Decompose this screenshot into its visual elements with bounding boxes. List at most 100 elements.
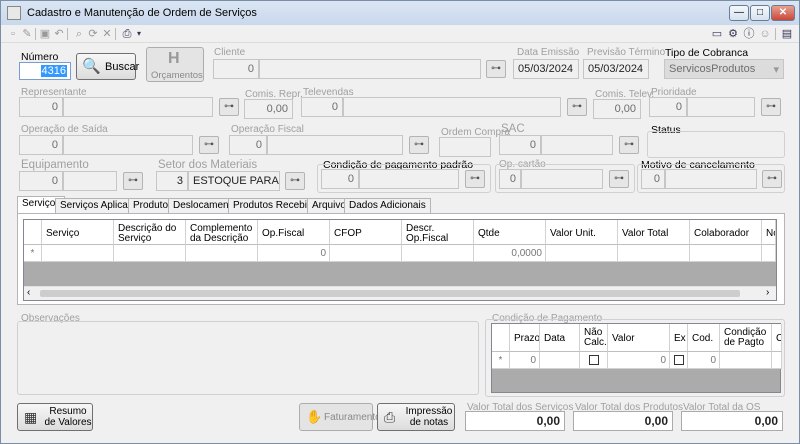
col-servico[interactable]: Serviço [42, 220, 114, 245]
sac-name-field[interactable] [541, 135, 613, 155]
operacao-saida-name-field[interactable] [63, 135, 193, 155]
televendas-name-field[interactable] [343, 97, 561, 117]
equipamento-name-field[interactable] [63, 171, 117, 191]
refresh-icon[interactable]: ⟳ [87, 28, 99, 40]
col-nao-calc[interactable]: Não Calc. [580, 324, 608, 352]
edit-icon[interactable]: ✎ [21, 28, 33, 40]
sac-code-field[interactable]: 0 [499, 135, 541, 155]
search-icon[interactable]: ⌕ [73, 28, 85, 40]
condicao-padrao-lookup-icon[interactable]: ⊶ [465, 170, 485, 188]
equipamento-code-field[interactable]: 0 [19, 171, 63, 191]
col-descricao[interactable]: Descrição do Serviço [114, 220, 186, 245]
window-icon[interactable]: ▭ [711, 28, 723, 40]
previsao-field[interactable]: 05/03/2024 [583, 59, 649, 79]
representante-name-field[interactable] [63, 97, 213, 117]
dropdown-icon[interactable]: ▾ [133, 28, 145, 40]
col-colaborador[interactable]: Colaborador [690, 220, 762, 245]
resumo-valores-button[interactable]: ▦ Resumo de Valores [17, 403, 93, 431]
prioridade-code-field[interactable]: 0 [649, 97, 687, 117]
cell-valor[interactable]: 0 [608, 352, 670, 369]
col-prazo[interactable]: Prazo [510, 324, 540, 352]
ordem-compra-field[interactable] [439, 137, 491, 157]
undo-icon[interactable]: ↶ [53, 28, 65, 40]
scroll-left-icon[interactable]: ‹ [27, 287, 30, 298]
representante-lookup-icon[interactable]: ⊶ [219, 98, 239, 116]
operacao-fiscal-code-field[interactable]: 0 [229, 135, 267, 155]
motivo-name-field[interactable] [665, 169, 757, 189]
col-complemento[interactable]: Complemento da Descrição [186, 220, 258, 245]
setor-code-field[interactable]: 3 [156, 171, 188, 191]
op-cartao-name-field[interactable] [521, 169, 603, 189]
scroll-thumb[interactable] [40, 290, 740, 297]
cell-complemento[interactable] [186, 245, 258, 262]
cell-prazo[interactable]: 0 [510, 352, 540, 369]
col-condicao-pagto[interactable]: Condição de Pagto [720, 324, 772, 352]
cell-valor-total[interactable] [618, 245, 690, 262]
new-icon[interactable]: ▫ [7, 28, 19, 40]
horizontal-scrollbar[interactable]: ‹ › [24, 286, 776, 300]
minimize-button[interactable]: — [729, 5, 749, 21]
equipamento-lookup-icon[interactable]: ⊶ [123, 172, 143, 190]
motivo-code-field[interactable]: 0 [641, 169, 665, 189]
condicao-padrao-name-field[interactable] [359, 169, 459, 189]
numero-input[interactable]: 4316 [19, 62, 71, 80]
operacao-fiscal-name-field[interactable] [267, 135, 403, 155]
cell-no[interactable] [762, 245, 776, 262]
representante-code-field[interactable]: 0 [19, 97, 63, 117]
orcamentos-button[interactable]: H Orçamentos [146, 47, 204, 82]
motivo-lookup-icon[interactable]: ⊶ [762, 170, 782, 188]
prioridade-lookup-icon[interactable]: ⊶ [761, 98, 781, 116]
col-ex[interactable]: Ex [670, 324, 688, 352]
tipo-cobranca-select[interactable]: ServicosProdutos ▾ [664, 59, 784, 79]
info-icon[interactable]: ⓘ [743, 28, 755, 40]
maximize-button[interactable]: □ [750, 5, 770, 21]
cell-cfop[interactable] [330, 245, 402, 262]
col-valor[interactable]: Valor [608, 324, 670, 352]
save-icon[interactable]: ▣ [39, 28, 51, 40]
sac-lookup-icon[interactable]: ⊶ [619, 136, 639, 154]
buscar-button[interactable]: 🔍 Buscar [76, 53, 139, 80]
setor-name-field[interactable]: ESTOQUE PARA O... [188, 171, 280, 191]
col-valor-unit[interactable]: Valor Unit. [546, 220, 618, 245]
cell-ex[interactable] [670, 352, 688, 369]
col-descr-op-fiscal[interactable]: Descr. Op.Fiscal [402, 220, 474, 245]
observacoes-textarea[interactable] [17, 321, 479, 395]
prioridade-name-field[interactable] [687, 97, 755, 117]
user-icon[interactable]: ☺ [759, 28, 771, 40]
scroll-right-icon[interactable]: › [766, 287, 769, 298]
col-c[interactable]: C [772, 324, 782, 352]
comis-repr-field[interactable]: 0,00 [244, 99, 293, 119]
operacao-saida-lookup-icon[interactable]: ⊶ [199, 136, 219, 154]
col-op-fiscal[interactable]: Op.Fiscal [258, 220, 330, 245]
impressao-notas-button[interactable]: ⎙ Impressão de notas [377, 403, 455, 431]
print-icon[interactable]: ⎙ [121, 28, 133, 40]
setor-lookup-icon[interactable]: ⊶ [285, 172, 305, 190]
delete-icon[interactable]: ✕ [101, 28, 113, 40]
ex-checkbox[interactable] [673, 355, 684, 365]
tab-dados-adicionais[interactable]: Dados Adicionais [344, 198, 431, 213]
cell-descr-op-fiscal[interactable] [402, 245, 474, 262]
cell-condicao-pagto[interactable] [720, 352, 772, 369]
col-cfop[interactable]: CFOP [330, 220, 402, 245]
cliente-code-field[interactable]: 0 [213, 59, 259, 79]
operacao-saida-code-field[interactable]: 0 [19, 135, 63, 155]
cell-descricao[interactable] [114, 245, 186, 262]
exit-icon[interactable]: ▤ [781, 28, 793, 40]
col-qtde[interactable]: Qtde [474, 220, 546, 245]
cell-data[interactable] [540, 352, 580, 369]
cell-colaborador[interactable] [690, 245, 762, 262]
op-cartao-lookup-icon[interactable]: ⊶ [609, 170, 629, 188]
cell-c[interactable] [772, 352, 782, 369]
op-cartao-code-field[interactable]: 0 [499, 169, 521, 189]
cliente-lookup-icon[interactable]: ⊶ [486, 60, 506, 78]
cell-servico[interactable] [42, 245, 114, 262]
cell-qtde[interactable]: 0,0000 [474, 245, 546, 262]
col-no[interactable]: No [762, 220, 776, 245]
televendas-lookup-icon[interactable]: ⊶ [567, 98, 587, 116]
comis-telev-field[interactable]: 0,00 [593, 99, 641, 119]
col-data[interactable]: Data [540, 324, 580, 352]
col-cod[interactable]: Cod. [688, 324, 720, 352]
cliente-name-field[interactable] [259, 59, 481, 79]
faturamento-button[interactable]: ✋ Faturamento [299, 403, 381, 431]
cell-nao-calc[interactable] [580, 352, 608, 369]
